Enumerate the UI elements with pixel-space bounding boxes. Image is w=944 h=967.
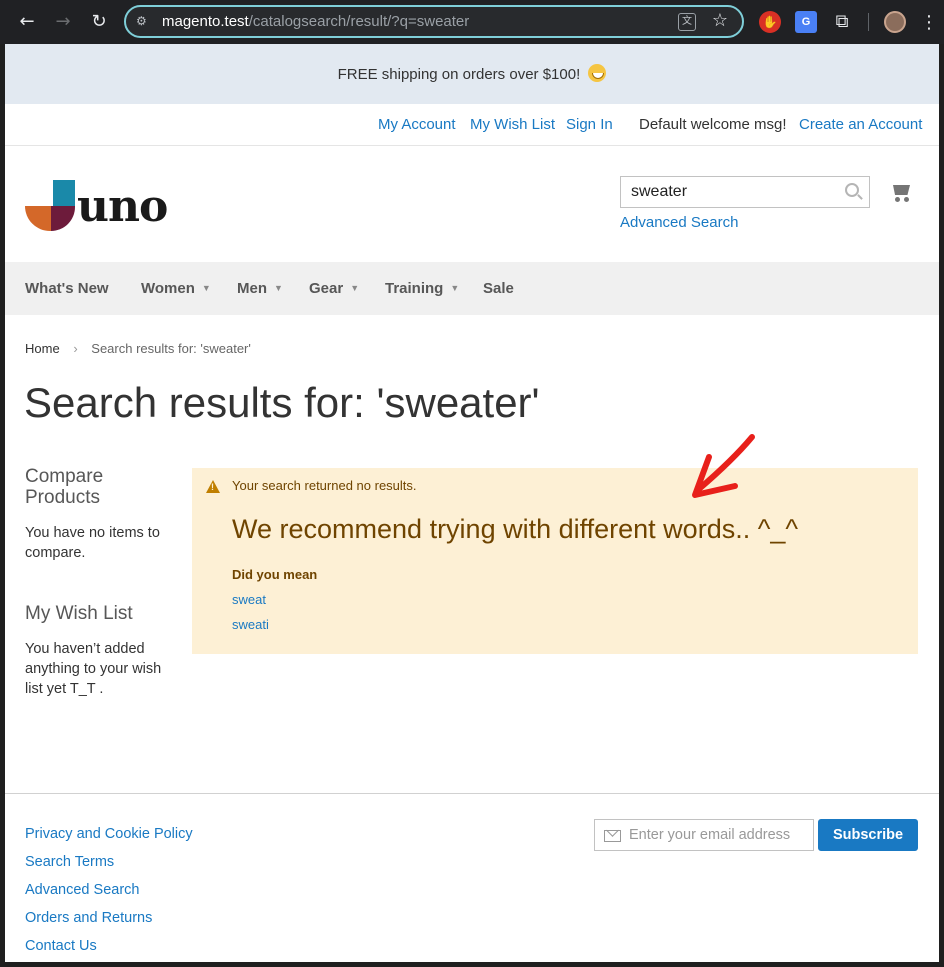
logo-mark-maroon xyxy=(51,206,75,231)
chevron-down-icon: ▼ xyxy=(450,283,460,293)
extensions-icon[interactable]: ⧉ xyxy=(831,11,853,33)
compare-empty-text: You have no items to compare. xyxy=(25,525,160,561)
my-wish-list-link[interactable]: My Wish List xyxy=(470,116,555,133)
search-icon[interactable] xyxy=(845,183,859,197)
cart-basket-shape xyxy=(893,185,910,195)
nav-label: What's New xyxy=(25,280,109,297)
browser-toolbar: ← → ↻ ⚙ magento.test/catalogsearch/resul… xyxy=(0,0,944,44)
grinning-emoji-icon xyxy=(588,64,607,82)
breadcrumb-separator-icon: › xyxy=(73,341,78,356)
chevron-down-icon: ▼ xyxy=(201,283,211,293)
red-annotation-arrow-icon xyxy=(692,434,755,498)
footer-link-search-terms[interactable]: Search Terms xyxy=(25,848,193,876)
welcome-message: Default welcome msg! xyxy=(639,116,787,133)
breadcrumb-home-link[interactable]: Home xyxy=(25,341,60,356)
profile-avatar[interactable] xyxy=(884,11,906,33)
wish-list-empty-text: You haven’t added anything to your wish … xyxy=(25,641,162,697)
suggestion-link-sweati[interactable]: sweati xyxy=(232,617,269,632)
header-links: My Account My Wish List Sign In Default … xyxy=(5,104,939,146)
nav-item-gear[interactable]: Gear ▼ xyxy=(309,280,359,297)
no-results-notice: Your search returned no results. We reco… xyxy=(192,468,918,654)
breadcrumb: Home › Search results for: 'sweater' xyxy=(25,341,251,356)
compare-products-title: Compare Products xyxy=(25,466,104,508)
advanced-search-link[interactable]: Advanced Search xyxy=(620,214,738,231)
adblock-icon[interactable]: ✋ xyxy=(759,11,781,33)
bookmark-star-icon[interactable]: ☆ xyxy=(712,10,728,31)
footer-link-orders-returns[interactable]: Orders and Returns xyxy=(25,904,193,932)
chevron-down-icon: ▼ xyxy=(350,283,360,293)
footer-link-privacy[interactable]: Privacy and Cookie Policy xyxy=(25,820,193,848)
breadcrumb-current: Search results for: 'sweater' xyxy=(91,341,251,356)
promo-text: FREE shipping on orders over $100! xyxy=(337,66,581,83)
nav-item-men[interactable]: Men ▼ xyxy=(237,280,283,297)
suggestion-link-sweat[interactable]: sweat xyxy=(232,592,266,607)
chevron-down-icon: ▼ xyxy=(274,283,283,293)
nav-item-sale[interactable]: Sale xyxy=(483,280,514,297)
warning-icon xyxy=(206,480,220,493)
footer: Privacy and Cookie Policy Search Terms A… xyxy=(5,793,939,962)
google-translate-icon[interactable]: G xyxy=(795,11,817,33)
did-you-mean-label: Did you mean xyxy=(232,567,318,582)
newsletter-email-input[interactable] xyxy=(629,820,809,850)
page-viewport: FREE shipping on orders over $100! My Ac… xyxy=(5,44,939,962)
address-bar[interactable]: ⚙ magento.test/catalogsearch/result/?q=s… xyxy=(124,5,744,38)
site-info-icon[interactable]: ⚙ xyxy=(136,13,152,29)
recommend-text: We recommend trying with different words… xyxy=(232,514,799,544)
no-results-text: Your search returned no results. xyxy=(232,478,417,493)
nav-label: Gear xyxy=(309,280,344,297)
cart-icon[interactable] xyxy=(890,182,912,202)
footer-links: Privacy and Cookie Policy Search Terms A… xyxy=(25,820,193,960)
nav-label: Training xyxy=(385,280,444,297)
nav-label: Sale xyxy=(483,280,514,297)
nav-label: Men xyxy=(237,280,267,297)
search-input[interactable] xyxy=(621,177,831,207)
store-logo[interactable]: uno xyxy=(25,180,168,234)
reload-icon[interactable]: ↻ xyxy=(87,10,111,34)
sidebar: Compare Products You have no items to co… xyxy=(25,466,180,699)
create-account-link[interactable]: Create an Account xyxy=(799,116,922,133)
cart-wheel-right xyxy=(904,197,909,202)
my-account-link[interactable]: My Account xyxy=(378,116,456,133)
more-menu-icon[interactable]: ⋮ xyxy=(918,11,940,33)
footer-link-advanced-search[interactable]: Advanced Search xyxy=(25,876,193,904)
logo-mark-blue xyxy=(53,180,75,206)
logo-mark-orange xyxy=(25,206,51,231)
back-icon[interactable]: ← xyxy=(15,10,39,34)
search-box xyxy=(620,176,870,208)
newsletter-field xyxy=(594,819,814,851)
page-title: Search results for: 'sweater' xyxy=(24,379,540,426)
wish-list-title: My Wish List xyxy=(25,603,133,624)
url-text: magento.test/catalogsearch/result/?q=swe… xyxy=(162,13,470,30)
nav-item-training[interactable]: Training ▼ xyxy=(385,280,459,297)
logo-wordmark: uno xyxy=(77,181,168,232)
nav-item-women[interactable]: Women ▼ xyxy=(141,280,211,297)
translate-page-icon[interactable]: 文 xyxy=(678,13,696,31)
toolbar-divider xyxy=(868,13,869,31)
promo-banner: FREE shipping on orders over $100! xyxy=(5,44,939,104)
forward-icon[interactable]: → xyxy=(51,10,75,34)
main-navigation: What's New Women ▼ Men ▼ Gear ▼ Training ▼ S… xyxy=(5,262,939,315)
nav-item-whats-new[interactable]: What's New xyxy=(25,280,109,297)
nav-label: Women xyxy=(141,280,195,297)
footer-link-contact[interactable]: Contact Us xyxy=(25,932,193,960)
sign-in-link[interactable]: Sign In xyxy=(566,116,613,133)
window-bottom-edge xyxy=(0,962,944,967)
cart-wheel-left xyxy=(895,197,900,202)
envelope-icon xyxy=(604,830,621,842)
subscribe-button[interactable]: Subscribe xyxy=(818,819,918,851)
